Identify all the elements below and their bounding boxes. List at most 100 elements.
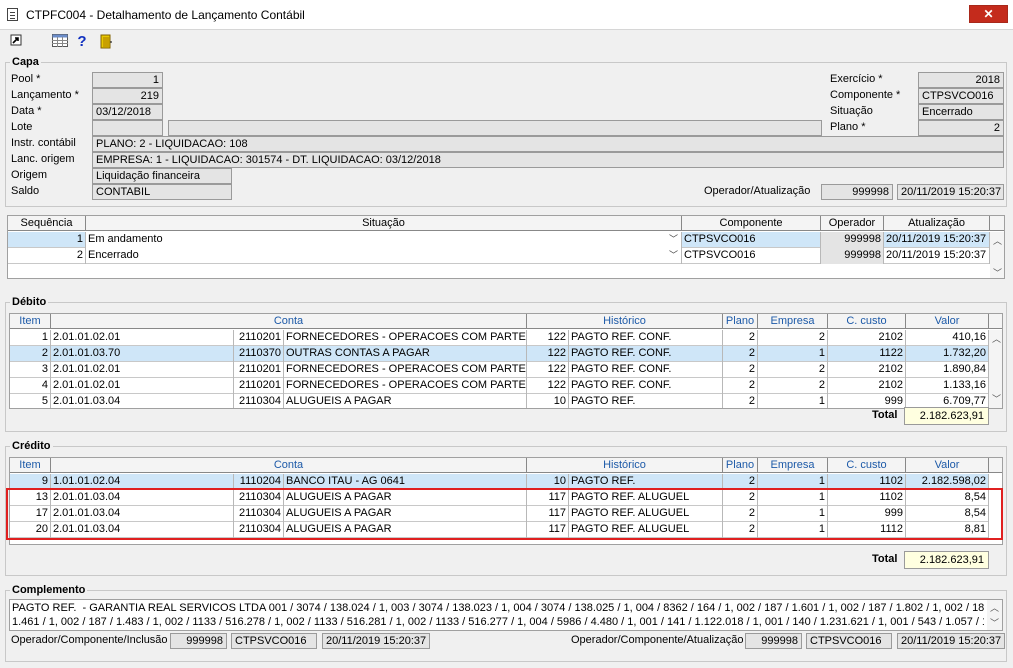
op-inclusao-data-field: 20/11/2019 15:20:37 — [322, 633, 430, 649]
componente-field[interactable]: CTPSVCO016 — [918, 88, 1004, 104]
close-button[interactable]: ✕ — [969, 5, 1008, 23]
header-plano[interactable]: Plano — [723, 458, 758, 473]
exit-arrow-icon[interactable] — [8, 34, 24, 50]
header-historico[interactable]: Histórico — [527, 314, 723, 329]
header-valor[interactable]: Valor — [906, 314, 989, 329]
lancamento-field[interactable]: 219 — [92, 88, 163, 104]
situacao-field[interactable]: Encerrado — [918, 104, 1004, 120]
scroll-up-icon[interactable]: ︿ — [990, 234, 1004, 247]
scroll-down-icon[interactable]: ﹀ — [987, 616, 1002, 629]
ccusto-cell: 1122 — [828, 346, 906, 362]
seq-cell: 2 — [8, 248, 86, 264]
item-cell: 1 — [10, 330, 51, 346]
table-row[interactable]: 3 2.01.01.02.01 2110201 FORNECEDORES - OPER… — [10, 362, 989, 378]
operador-cell: 999998 — [821, 248, 884, 264]
header-item[interactable]: Item — [10, 458, 51, 473]
instr-contabil-label: Instr. contábil — [11, 137, 76, 149]
debito-title: Débito — [10, 296, 49, 308]
help-icon[interactable]: ? — [74, 34, 90, 50]
complemento-textarea[interactable]: PAGTO REF. - GARANTIA REAL SERVICOS LTDA… — [9, 599, 1003, 631]
empresa-cell: 1 — [758, 394, 828, 408]
op-atualizacao2-data-field: 20/11/2019 15:20:37 — [897, 633, 1005, 649]
sequencia-scrollbar[interactable]: ︿ ﹀ — [990, 232, 1004, 278]
title-bar: CTPFC004 - Detalhamento de Lançamento Co… — [0, 0, 1013, 30]
lote-description-field — [168, 120, 822, 136]
header-plano[interactable]: Plano — [723, 314, 758, 329]
desc-cell: FORNECEDORES - OPERACOES COM PARTES NA — [284, 362, 527, 378]
header-item[interactable]: Item — [10, 314, 51, 329]
exercicio-field[interactable]: 2018 — [918, 72, 1004, 88]
header-historico[interactable]: Histórico — [527, 458, 723, 473]
header-operador[interactable]: Operador — [821, 216, 884, 231]
plano-cell: 2 — [723, 330, 758, 346]
item-cell: 4 — [10, 378, 51, 394]
scroll-up-icon[interactable]: ︿ — [989, 332, 1002, 345]
table-row[interactable]: 4 2.01.01.02.01 2110201 FORNECEDORES - OPER… — [10, 378, 989, 394]
header-valor[interactable]: Valor — [906, 458, 989, 473]
red-cell: 2110201 — [234, 362, 284, 378]
plano-label: Plano * — [830, 121, 866, 133]
hist-cell: PAGTO REF. CONF. — [569, 362, 723, 378]
debito-total-field: 2.182.623,91 — [904, 407, 989, 425]
hist-cod-cell: 10 — [527, 394, 569, 408]
complemento-scrollbar[interactable]: ︿ ﹀ — [987, 600, 1002, 630]
scroll-up-icon[interactable]: ︿ — [987, 601, 1002, 614]
hist-cell: PAGTO REF. CONF. — [569, 378, 723, 394]
sequencia-row[interactable]: 1 Em andamento ﹀ CTPSVCO016 999998 20/11/… — [8, 232, 990, 248]
op-atualizacao-operador-field: 999998 — [821, 184, 893, 200]
origem-field[interactable]: Liquidação financeira — [92, 168, 232, 184]
sequencia-grid[interactable]: Sequência Situação Componente Operador A… — [7, 215, 1005, 279]
hist-cell: PAGTO REF. CONF. — [569, 346, 723, 362]
sequencia-header: Sequência Situação Componente Operador A… — [8, 216, 1004, 231]
toolbar — [0, 30, 1013, 54]
header-empresa[interactable]: Empresa — [758, 458, 828, 473]
hist-cell: PAGTO REF. CONF. — [569, 330, 723, 346]
header-sequencia[interactable]: Sequência — [8, 216, 86, 231]
door-icon[interactable] — [98, 34, 114, 50]
header-conta[interactable]: Conta — [51, 314, 527, 329]
debito-scrollbar[interactable]: ︿ ﹀ — [989, 330, 1002, 408]
data-field[interactable]: 03/12/2018 — [92, 104, 163, 120]
valor-cell: 410,16 — [906, 330, 989, 346]
chevron-down-icon[interactable]: ﹀ — [669, 248, 678, 263]
header-situacao[interactable]: Situação — [86, 216, 682, 231]
header-componente[interactable]: Componente — [682, 216, 821, 231]
situacao-dropdown[interactable]: Em andamento ﹀ — [86, 232, 682, 248]
lote-field[interactable] — [92, 120, 163, 136]
pool-field[interactable]: 1 — [92, 72, 163, 88]
header-c-custo[interactable]: C. custo — [828, 458, 906, 473]
header-atualizacao[interactable]: Atualização — [884, 216, 990, 231]
saldo-field[interactable]: CONTABIL — [92, 184, 232, 200]
header-conta[interactable]: Conta — [51, 458, 527, 473]
conta-cell: 2.01.01.02.01 — [51, 330, 234, 346]
plano-field[interactable]: 2 — [918, 120, 1004, 136]
conta-cell: 2.01.01.03.70 — [51, 346, 234, 362]
lancamento-label: Lançamento * — [11, 89, 79, 101]
hist-cod-cell: 122 — [527, 346, 569, 362]
ccusto-cell: 999 — [828, 394, 906, 408]
instr-contabil-field[interactable]: PLANO: 2 - LIQUIDACAO: 108 — [92, 136, 1004, 152]
empresa-cell: 2 — [758, 362, 828, 378]
origem-label: Origem — [11, 169, 48, 181]
scroll-down-icon[interactable]: ﹀ — [990, 266, 1004, 278]
lanc-origem-field[interactable]: EMPRESA: 1 - LIQUIDACAO: 301574 - DT. LI… — [92, 152, 1004, 168]
table-row[interactable]: 2 2.01.01.03.70 2110370 OUTRAS CONTAS A PAG… — [10, 346, 989, 362]
chevron-down-icon[interactable]: ﹀ — [669, 232, 678, 247]
grid-icon[interactable] — [52, 34, 68, 50]
header-c-custo[interactable]: C. custo — [828, 314, 906, 329]
debito-grid[interactable]: Item Conta Histórico Plano Empresa C. cu… — [9, 313, 1003, 409]
lote-label: Lote — [11, 121, 33, 133]
sequencia-row[interactable]: 2 Encerrado ﹀ CTPSVCO016 999998 20/11/201… — [8, 248, 990, 264]
desc-cell: OUTRAS CONTAS A PAGAR — [284, 346, 527, 362]
table-row[interactable]: 1 2.01.01.02.01 2110201 FORNECEDORES - OPER… — [10, 330, 989, 346]
header-empresa[interactable]: Empresa — [758, 314, 828, 329]
situacao-dropdown[interactable]: Encerrado ﹀ — [86, 248, 682, 264]
desc-cell: ALUGUEIS A PAGAR — [284, 394, 527, 408]
ccusto-cell: 2102 — [828, 330, 906, 346]
operador-cell: 999998 — [821, 232, 884, 248]
scroll-down-icon[interactable]: ﹀ — [989, 392, 1002, 405]
exercicio-label: Exercício * — [830, 73, 883, 85]
op-inclusao-operador-field: 999998 — [170, 633, 227, 649]
table-row[interactable]: 5 2.01.01.03.04 2110304 ALUGUEIS A PAGAR 10 P… — [10, 394, 989, 408]
red-cell: 2110370 — [234, 346, 284, 362]
